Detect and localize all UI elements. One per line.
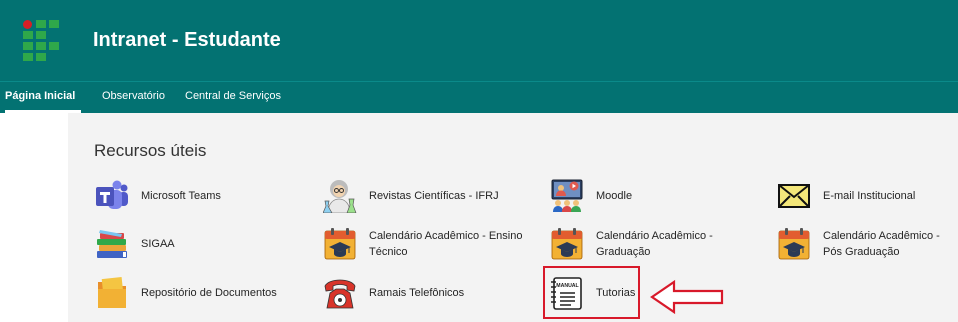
- highlight-box: [543, 266, 640, 319]
- scientist-icon: [322, 179, 357, 214]
- resource-label: Moodle: [596, 190, 633, 202]
- resource-label: Calendário Acadêmico - Ensino Técnico: [369, 230, 523, 258]
- resource-link-revistas-cientificas[interactable]: Revistas Científicas - IFRJ: [322, 179, 523, 214]
- calendar-graduation-icon: [550, 227, 584, 261]
- nav-item-central-de-servicos[interactable]: Central de Serviços: [185, 90, 281, 102]
- pointer-arrow-icon: [650, 279, 726, 320]
- resource-label: E-mail Institucional: [823, 190, 916, 202]
- resource-link-repositorio-de-documentos[interactable]: Repositório de Documentos: [95, 276, 295, 310]
- books-stack-icon: [95, 227, 129, 261]
- section-title: Recursos úteis: [94, 141, 207, 160]
- resource-link-moodle[interactable]: Moodle: [550, 179, 750, 213]
- resource-label: Calendário Acadêmico - Pós Graduação: [823, 230, 940, 258]
- telephone-icon: [323, 276, 357, 310]
- resource-link-ramais-telefonicos[interactable]: Ramais Telefônicos: [323, 276, 523, 310]
- resource-label: Ramais Telefônicos: [369, 287, 465, 299]
- resource-label: Revistas Científicas - IFRJ: [369, 190, 499, 202]
- documents-folder-icon: [95, 276, 129, 310]
- resource-link-calendario-ensino-tecnico[interactable]: Calendário Acadêmico - Ensino Técnico: [323, 227, 523, 261]
- resource-link-email-institucional[interactable]: E-mail Institucional: [777, 179, 958, 213]
- video-class-icon: [550, 179, 584, 213]
- top-navigation: Página Inicial Observatório Central de S…: [0, 81, 958, 113]
- resource-link-sigaa[interactable]: SIGAA: [95, 227, 295, 261]
- nav-item-pagina-inicial[interactable]: Página Inicial: [5, 90, 75, 102]
- resource-label: Repositório de Documentos: [141, 287, 277, 299]
- resource-link-microsoft-teams[interactable]: Microsoft Teams: [95, 179, 295, 213]
- resource-label: SIGAA: [141, 238, 175, 250]
- resource-link-calendario-pos-graduacao[interactable]: Calendário Acadêmico - Pós Graduação: [777, 227, 958, 261]
- resource-label: Microsoft Teams: [141, 190, 221, 202]
- envelope-icon: [777, 179, 811, 213]
- microsoft-teams-icon: [95, 179, 129, 213]
- resource-label: Calendário Acadêmico - Graduação: [596, 230, 713, 258]
- site-title[interactable]: Intranet - Estudante: [93, 29, 281, 52]
- calendar-graduation-icon: [777, 227, 811, 261]
- site-header: Intranet - Estudante: [0, 0, 958, 81]
- ifrj-logo[interactable]: [23, 20, 59, 62]
- nav-item-observatorio[interactable]: Observatório: [102, 90, 165, 102]
- resource-link-calendario-graduacao[interactable]: Calendário Acadêmico - Graduação: [550, 227, 750, 261]
- calendar-graduation-icon: [323, 227, 357, 261]
